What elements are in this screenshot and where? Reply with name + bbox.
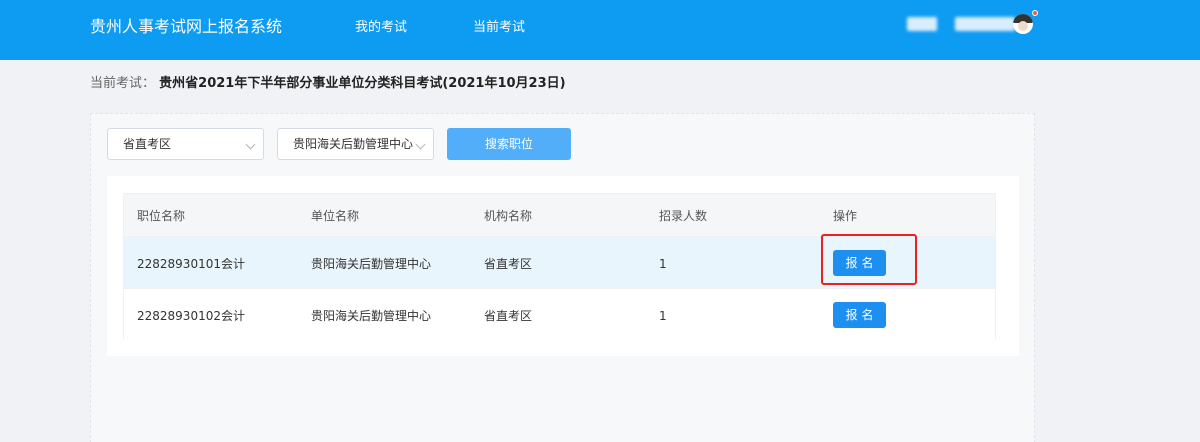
user-avatar-icon[interactable]: [1013, 14, 1033, 34]
top-navigation-bar: 贵州人事考试网上报名系统 我的考试 当前考试: [0, 0, 1200, 60]
notification-dot-icon: [1032, 10, 1038, 16]
unit-select-value: 贵阳海关后勤管理中心: [293, 137, 414, 151]
column-header-position: 职位名称: [137, 209, 186, 223]
org-name: 省直考区: [484, 257, 533, 271]
unit-name: 贵阳海关后勤管理中心: [311, 257, 432, 271]
chevron-down-icon: [245, 139, 256, 150]
apply-button[interactable]: 报名: [833, 302, 886, 328]
column-header-action: 操作: [833, 209, 858, 223]
table-row: 22828930102会计 贵阳海关后勤管理中心 省直考区 1 报名: [124, 288, 995, 340]
table-header: 职位名称 单位名称 机构名称 招录人数 操作: [124, 194, 995, 236]
nav-current-exam[interactable]: 当前考试: [473, 19, 525, 37]
blurred-user-info: [907, 17, 937, 31]
hire-count: 1: [659, 309, 667, 323]
column-header-unit: 单位名称: [311, 209, 360, 223]
avatar-face-shape: [1018, 21, 1028, 31]
current-exam-label: 当前考试：: [90, 76, 156, 91]
region-select[interactable]: 省直考区: [107, 128, 264, 160]
search-positions-button[interactable]: 搜索职位: [447, 128, 571, 160]
blurred-user-name[interactable]: [955, 17, 1015, 31]
current-exam-name: 贵州省2021年下半年部分事业单位分类科目考试(2021年10月23日): [159, 76, 566, 91]
position-name: 22828930102会计: [137, 309, 245, 323]
region-select-value: 省直考区: [123, 137, 172, 151]
current-exam-line: 当前考试： 贵州省2021年下半年部分事业单位分类科目考试(2021年10月23…: [90, 75, 566, 93]
position-name: 22828930101会计: [137, 257, 245, 271]
org-name: 省直考区: [484, 309, 533, 323]
unit-name: 贵阳海关后勤管理中心: [311, 309, 432, 323]
highlight-annotation-box: [821, 234, 917, 285]
column-header-count: 招录人数: [659, 209, 708, 223]
hire-count: 1: [659, 257, 667, 271]
column-header-org: 机构名称: [484, 209, 533, 223]
chevron-down-icon: [415, 139, 426, 150]
app-title: 贵州人事考试网上报名系统: [90, 17, 283, 36]
nav-my-exams[interactable]: 我的考试: [355, 19, 407, 37]
unit-select[interactable]: 贵阳海关后勤管理中心: [277, 128, 434, 160]
